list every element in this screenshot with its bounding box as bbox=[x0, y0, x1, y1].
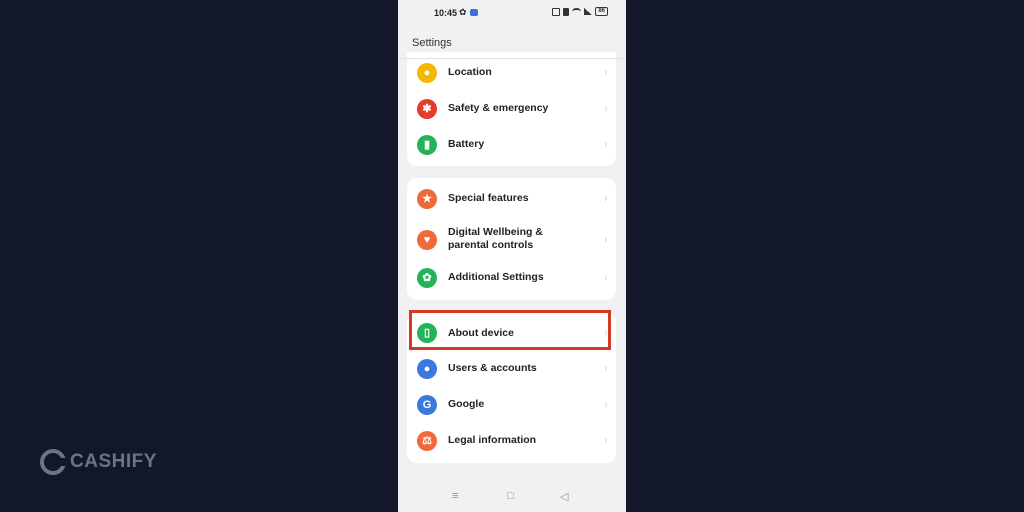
home-icon[interactable]: □ bbox=[507, 490, 514, 502]
chevron-right-icon: › bbox=[604, 232, 608, 246]
settings-item-label: Legal information bbox=[448, 434, 537, 446]
settings-item-label: Additional Settings bbox=[448, 271, 544, 283]
settings-item-label: Google bbox=[448, 398, 485, 410]
notification-icon bbox=[470, 9, 478, 16]
gear-icon: ✿ bbox=[417, 268, 437, 288]
wellbeing-icon: ♥ bbox=[417, 230, 437, 250]
settings-item-label: Users & accounts bbox=[448, 362, 537, 374]
asterisk-icon: ✱ bbox=[417, 99, 437, 119]
vibrate-icon bbox=[563, 7, 570, 16]
chevron-right-icon: › bbox=[604, 101, 608, 115]
settings-item-location[interactable]: ● Location › bbox=[407, 60, 616, 86]
navigation-bar: ≡ □ ◁ bbox=[398, 486, 626, 508]
chevron-right-icon: › bbox=[604, 137, 608, 151]
settings-item-battery[interactable]: ▮ Battery › bbox=[407, 132, 616, 158]
gear-icon: ✿ bbox=[459, 7, 467, 17]
user-icon: ● bbox=[417, 359, 437, 379]
brand-mark-icon bbox=[40, 449, 67, 475]
settings-item-label: Special features bbox=[448, 192, 529, 204]
chevron-right-icon: › bbox=[604, 191, 608, 205]
scale-icon: ⚖ bbox=[417, 431, 437, 451]
settings-item-users-accounts[interactable]: ● Users & accounts › bbox=[407, 356, 616, 382]
settings-item-label: Digital Wellbeing & parental controls bbox=[448, 226, 543, 251]
settings-group-1: ● Location › ✱ Safety & emergency › ▮ Ba… bbox=[407, 52, 616, 166]
recents-menu-icon[interactable]: ≡ bbox=[452, 490, 458, 502]
battery-icon: ▮ bbox=[417, 135, 437, 155]
status-icons: 86 bbox=[552, 7, 608, 16]
chevron-right-icon: › bbox=[604, 433, 608, 447]
status-bar: 10:45 ✿ 86 bbox=[398, 0, 626, 26]
brand-name: CASHIFY bbox=[70, 451, 157, 472]
settings-item-digital-wellbeing[interactable]: ♥ Digital Wellbeing & parental controls … bbox=[407, 222, 616, 258]
signal-icon bbox=[584, 8, 593, 15]
phone-screen: 10:45 ✿ 86 Settings ● Location › ✱ Safet… bbox=[398, 0, 626, 512]
settings-item-additional[interactable]: ✿ Additional Settings › bbox=[407, 265, 616, 291]
back-icon[interactable]: ◁ bbox=[560, 490, 568, 503]
chevron-right-icon: › bbox=[604, 397, 608, 411]
star-icon: ★ bbox=[417, 189, 437, 209]
chevron-right-icon: › bbox=[604, 270, 608, 284]
settings-item-special-features[interactable]: ★ Special features › bbox=[407, 186, 616, 212]
brand-logo: CASHIFY bbox=[40, 447, 157, 477]
location-icon: ● bbox=[417, 63, 437, 83]
header-divider bbox=[398, 58, 626, 59]
battery-level-icon: 86 bbox=[595, 7, 608, 16]
page-title: Settings bbox=[412, 37, 452, 49]
settings-group-2: ★ Special features › ♥ Digital Wellbeing… bbox=[407, 178, 616, 300]
settings-item-google[interactable]: G Google › bbox=[407, 392, 616, 418]
settings-item-safety[interactable]: ✱ Safety & emergency › bbox=[407, 96, 616, 122]
settings-item-legal[interactable]: ⚖ Legal information › bbox=[407, 428, 616, 454]
settings-item-label: Location bbox=[448, 66, 492, 78]
nfc-icon bbox=[552, 7, 561, 16]
settings-item-label: Battery bbox=[448, 138, 485, 150]
google-icon: G bbox=[417, 395, 437, 415]
status-time: 10:45 bbox=[434, 8, 458, 18]
settings-item-label: Safety & emergency bbox=[448, 102, 549, 114]
highlight-annotation bbox=[409, 310, 611, 350]
wifi-icon bbox=[572, 8, 582, 15]
chevron-right-icon: › bbox=[604, 65, 608, 79]
chevron-right-icon: › bbox=[604, 361, 608, 375]
